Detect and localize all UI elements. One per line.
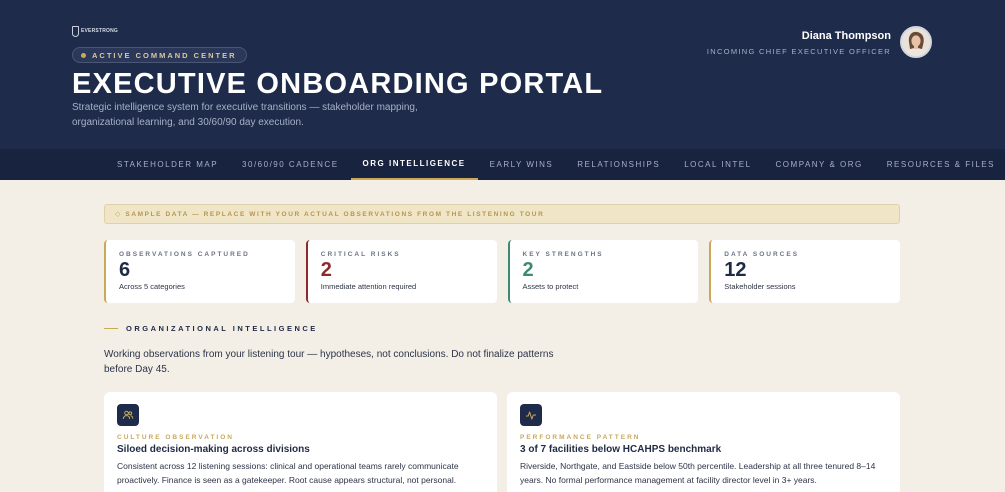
tab-local-intel[interactable]: LOCAL INTEL <box>672 149 763 180</box>
stat-label: KEY STRENGTHS <box>522 251 604 258</box>
card-title: 3 of 7 facilities below HCAHPS benchmark <box>520 444 722 455</box>
status-dot-icon <box>81 52 86 58</box>
stat-value: 12 <box>724 259 747 281</box>
tab-resources-files[interactable]: RESOURCES & FILES <box>875 149 1005 180</box>
observation-card-performance[interactable]: PERFORMANCE PATTERN 3 of 7 facilities be… <box>507 392 900 492</box>
tab-org-intelligence[interactable]: ORG INTELLIGENCE <box>350 149 478 180</box>
stat-subtext: Assets to protect <box>522 282 579 291</box>
stat-subtext: Across 5 categories <box>119 282 185 291</box>
card-category: CULTURE OBSERVATION <box>117 434 234 441</box>
card-body: Riverside, Northgate, and Eastside below… <box>520 461 876 485</box>
page-title: EXECUTIVE ONBOARDING PORTAL <box>72 68 604 100</box>
stat-value: 6 <box>119 259 131 281</box>
section-description: Working observations from your listening… <box>104 349 554 375</box>
tab-relationships[interactable]: RELATIONSHIPS <box>565 149 672 180</box>
tab-company-org[interactable]: COMPANY & ORG <box>764 149 875 180</box>
stat-label: OBSERVATIONS CAPTURED <box>119 251 250 258</box>
card-category: PERFORMANCE PATTERN <box>520 434 641 441</box>
logo-text: EVERSTRONG <box>80 27 118 34</box>
user-info: Diana Thompson INCOMING CHIEF EXECUTIVE … <box>707 30 891 56</box>
diamond-icon: ◇ <box>115 211 121 218</box>
hero-header: EVERSTRONG ACTIVE COMMAND CENTER EXECUTI… <box>0 0 1005 149</box>
status-badge-label: ACTIVE COMMAND CENTER <box>92 50 237 60</box>
user-portrait-icon <box>902 28 930 56</box>
stat-card-key-strengths: KEY STRENGTHS 2 Assets to protect <box>507 240 699 303</box>
stat-label: DATA SOURCES <box>724 251 800 258</box>
stat-card-critical-risks: CRITICAL RISKS 2 Immediate attention req… <box>305 240 497 303</box>
shield-icon <box>72 25 79 37</box>
company-logo: EVERSTRONG <box>72 25 118 37</box>
user-role: INCOMING CHIEF EXECUTIVE OFFICER <box>706 47 891 56</box>
stat-card-observations: OBSERVATIONS CAPTURED 6 Across 5 categor… <box>104 240 295 303</box>
people-icon <box>117 404 139 426</box>
section-divider <box>104 328 118 329</box>
stats-row: OBSERVATIONS CAPTURED 6 Across 5 categor… <box>104 240 900 303</box>
user-name: Diana Thompson <box>801 30 891 42</box>
tab-cadence[interactable]: 30/60/90 CADENCE <box>230 149 350 180</box>
stat-subtext: Immediate attention required <box>320 282 417 291</box>
card-body: Consistent across 12 listening sessions:… <box>117 461 459 485</box>
tab-early-wins[interactable]: EARLY WINS <box>478 149 566 180</box>
card-title: Siloed decision-making across divisions <box>117 444 310 455</box>
observation-card-culture[interactable]: CULTURE OBSERVATION Siloed decision-maki… <box>104 392 497 492</box>
tab-stakeholder-map[interactable]: STAKEHOLDER MAP <box>105 149 230 180</box>
sample-data-banner: ◇ SAMPLE DATA — REPLACE WITH YOUR ACTUAL… <box>104 204 900 224</box>
section-header: ORGANIZATIONAL INTELLIGENCE <box>104 324 318 333</box>
stat-value: 2 <box>522 259 534 281</box>
stat-value: 2 <box>320 259 332 281</box>
stat-card-data-sources: DATA SOURCES 12 Stakeholder sessions <box>709 240 900 303</box>
stat-label: CRITICAL RISKS <box>320 251 401 258</box>
pulse-icon <box>520 404 542 426</box>
main-tabs: STAKEHOLDER MAP 30/60/90 CADENCE ORG INT… <box>0 149 1005 180</box>
stat-subtext: Stakeholder sessions <box>724 282 796 291</box>
banner-text: SAMPLE DATA — REPLACE WITH YOUR ACTUAL O… <box>125 210 545 218</box>
page-subtitle: Strategic intelligence system for execut… <box>72 102 418 128</box>
avatar[interactable] <box>900 26 932 58</box>
section-title: ORGANIZATIONAL INTELLIGENCE <box>126 324 318 333</box>
status-badge: ACTIVE COMMAND CENTER <box>72 47 247 63</box>
